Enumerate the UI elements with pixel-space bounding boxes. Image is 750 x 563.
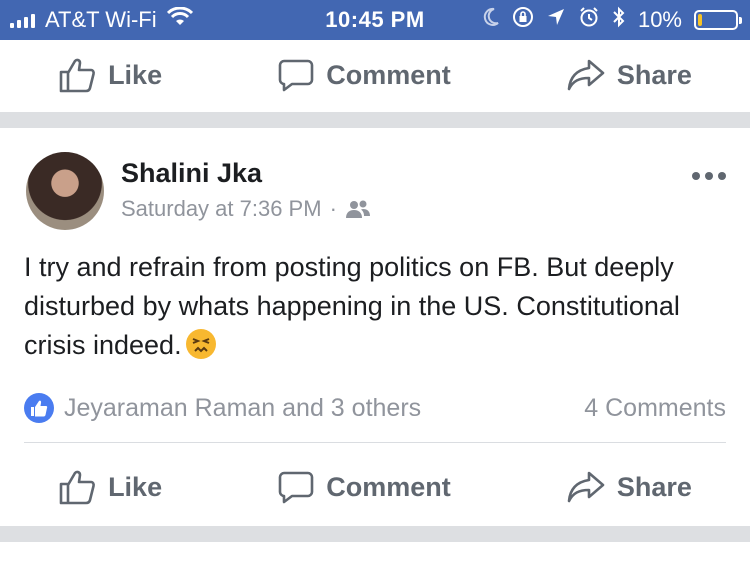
friends-icon <box>345 200 370 218</box>
meta-separator: · <box>329 196 337 221</box>
share-arrow-icon <box>567 471 605 503</box>
rotation-lock-icon <box>512 6 534 34</box>
post-text-content: I try and refrain from posting politics … <box>24 252 680 360</box>
alarm-icon <box>578 6 600 34</box>
like-label: Like <box>108 471 163 502</box>
status-bar: AT&T Wi-Fi 10:45 PM 10% <box>0 0 750 40</box>
like-reaction-icon <box>24 393 54 423</box>
share-arrow-icon <box>567 59 605 91</box>
post-author[interactable]: Shalini Jka <box>121 158 262 189</box>
post-text: I try and refrain from posting politics … <box>24 248 724 365</box>
reactions-row: Jeyaraman Raman and 3 others 4 Comments <box>24 388 726 428</box>
location-arrow-icon <box>546 7 566 33</box>
post-meta: Saturday at 7:36 PM · <box>121 196 371 222</box>
comment-bubble-icon <box>278 59 314 92</box>
comment-bubble-icon <box>278 471 314 504</box>
reaction-summary[interactable]: Jeyaraman Raman and 3 others <box>24 393 421 423</box>
post-divider <box>24 442 726 443</box>
share-button[interactable]: Share <box>567 470 692 504</box>
thumbs-up-icon <box>59 58 95 93</box>
moon-icon <box>482 7 500 33</box>
battery-icon <box>694 10 742 30</box>
post-timestamp[interactable]: Saturday at 7:36 PM <box>121 196 322 222</box>
share-button[interactable]: Share <box>567 58 692 92</box>
feed-divider <box>0 112 750 128</box>
persevering-face-emoji <box>185 329 216 359</box>
share-label: Share <box>616 471 692 502</box>
comment-button[interactable]: Comment <box>278 58 451 92</box>
battery-percent: 10% <box>637 7 682 32</box>
previous-post-action-bar: Like Comment Share <box>0 38 750 112</box>
more-options-icon[interactable] <box>692 172 726 180</box>
like-button[interactable]: Like <box>58 57 162 93</box>
comment-button[interactable]: Comment <box>278 470 451 504</box>
like-button[interactable]: Like <box>58 469 162 505</box>
post-action-bar: Like Comment Share <box>0 450 750 524</box>
comments-count[interactable]: 4 Comments <box>584 394 726 423</box>
share-label: Share <box>616 59 692 90</box>
avatar[interactable] <box>26 152 104 230</box>
thumbs-up-icon <box>59 470 95 505</box>
comment-label: Comment <box>326 471 451 502</box>
like-label: Like <box>108 59 163 90</box>
bluetooth-icon <box>612 6 626 34</box>
reactions-text: Jeyaraman Raman and 3 others <box>64 393 422 422</box>
comment-label: Comment <box>326 59 451 90</box>
feed-divider <box>0 526 750 542</box>
